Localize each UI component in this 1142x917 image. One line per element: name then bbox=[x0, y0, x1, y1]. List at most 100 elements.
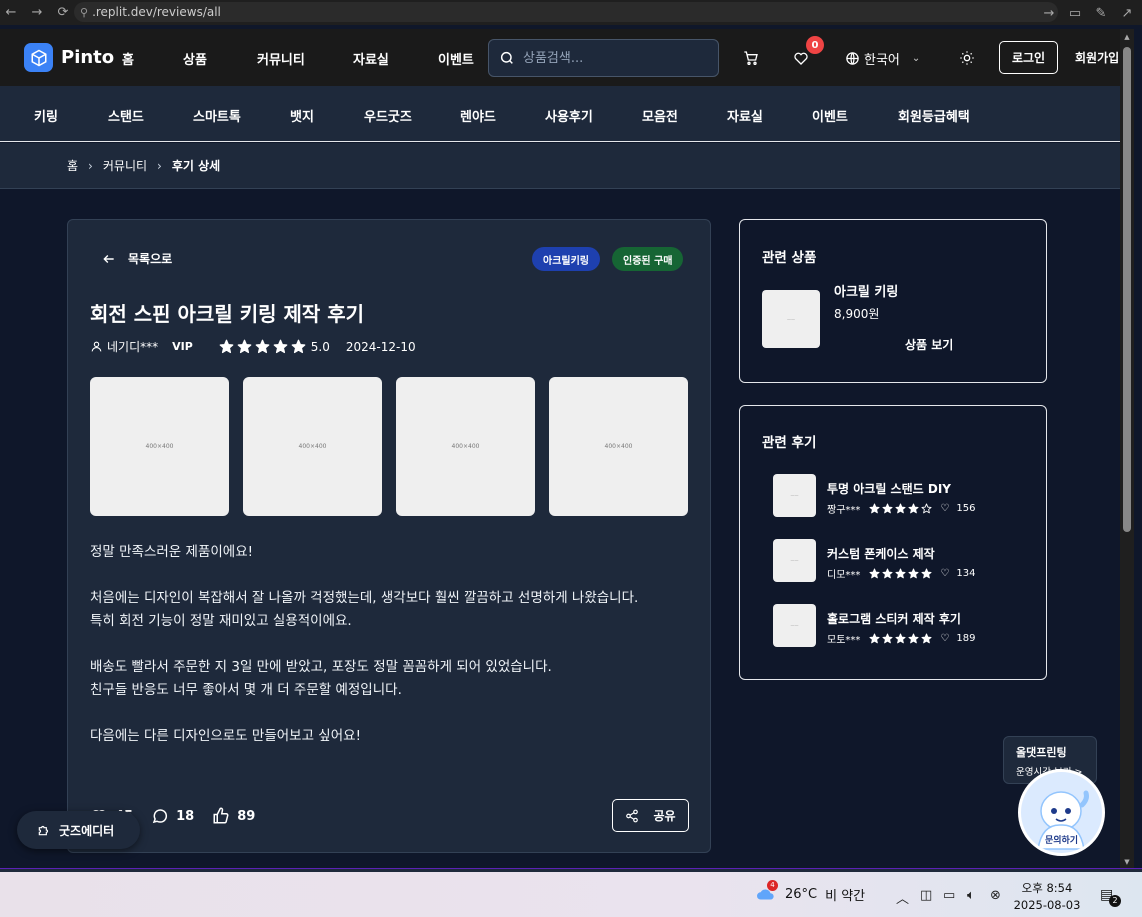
view-product-button[interactable]: 상품 보기 bbox=[905, 336, 953, 353]
goods-editor-button[interactable]: 굿즈에디터 bbox=[17, 811, 140, 849]
related-review-meta: 모토*** ♡ 189 bbox=[827, 631, 975, 646]
chevron-right-icon: › bbox=[88, 158, 93, 173]
review-photo[interactable]: 400×400 bbox=[396, 377, 535, 516]
review-photo[interactable]: 400×400 bbox=[549, 377, 688, 516]
related-review-item[interactable]: —— 투명 아크릴 스탠드 DIY 짱구*** ♡ 156 bbox=[773, 474, 1033, 518]
cast-icon[interactable]: ▭ bbox=[1064, 2, 1086, 24]
back-to-list-button[interactable]: 목록으로 bbox=[102, 250, 172, 267]
nav-resources[interactable]: 자료실 bbox=[353, 49, 389, 68]
related-review-item[interactable]: —— 커스텀 폰케이스 제작 디모*** ♡ 134 bbox=[773, 539, 1033, 583]
chat-button[interactable]: 문의하기 bbox=[1018, 769, 1105, 856]
review-photo[interactable]: 400×400 bbox=[90, 377, 229, 516]
page-scrollbar[interactable]: ▲ ▼ bbox=[1120, 29, 1134, 872]
logo-text: Pinto bbox=[61, 47, 115, 68]
arrow-left-icon bbox=[103, 254, 114, 263]
login-button[interactable]: 로그인 bbox=[999, 41, 1058, 74]
go-icon[interactable]: → bbox=[1038, 2, 1060, 24]
related-review-author: 디모*** bbox=[827, 570, 861, 581]
user-icon bbox=[91, 341, 102, 352]
product-thumbnail[interactable]: —— bbox=[762, 290, 820, 348]
related-review-author: 짱구*** bbox=[827, 505, 861, 516]
network-icon[interactable]: ▭ bbox=[943, 888, 955, 903]
related-reviews-heading: 관련 후기 bbox=[762, 435, 817, 451]
meet-icon[interactable]: ◫ bbox=[920, 888, 932, 903]
clock[interactable]: 오후 8:54 2025-08-03 bbox=[1012, 880, 1082, 914]
review-thumbnail: —— bbox=[773, 539, 816, 582]
review-paragraph: 다음에는 다른 디자인으로도 만들어보고 싶어요! bbox=[90, 728, 361, 744]
category-member-benefits[interactable]: 회원등급혜택 bbox=[898, 106, 970, 125]
review-thumbnail: —— bbox=[773, 474, 816, 517]
weather-widget[interactable]: 4 26°C 비 약간 bbox=[755, 879, 866, 904]
review-paragraph: 처음에는 디자인이 복잡해서 잘 나올까 걱정했는데, 생각보다 훨씬 깔끔하고… bbox=[90, 590, 639, 606]
comment-button[interactable]: 18 bbox=[151, 807, 194, 825]
star-filled-icon bbox=[908, 633, 919, 644]
category-tag[interactable]: 아크릴키링 bbox=[532, 247, 600, 271]
link-icon: ⚲ bbox=[80, 5, 89, 19]
category-collection[interactable]: 모음전 bbox=[642, 106, 678, 125]
review-photo[interactable]: 400×400 bbox=[243, 377, 382, 516]
search-input[interactable] bbox=[523, 50, 703, 66]
volume-icon[interactable]: 🔈︎ bbox=[967, 888, 975, 903]
heart-icon[interactable] bbox=[792, 49, 810, 67]
search-icon bbox=[500, 51, 513, 64]
category-smarttok[interactable]: 스마트톡 bbox=[193, 106, 241, 125]
scroll-up-icon[interactable]: ▲ bbox=[1122, 32, 1132, 42]
product-name[interactable]: 아크릴 키링 bbox=[834, 281, 898, 300]
star-filled-icon bbox=[921, 633, 932, 644]
chevron-up-icon[interactable]: ︿ bbox=[896, 888, 909, 907]
star-filled-icon bbox=[219, 339, 234, 354]
notification-count: 2 bbox=[1109, 895, 1121, 907]
open-external-icon[interactable]: ↗ bbox=[1116, 2, 1138, 24]
tools-icon[interactable]: ✎ bbox=[1090, 2, 1112, 24]
related-review-item[interactable]: —— 홀로그램 스티커 제작 후기 모토*** ♡ 189 bbox=[773, 604, 1033, 648]
star-filled-icon bbox=[882, 568, 893, 579]
related-review-meta: 디모*** ♡ 134 bbox=[827, 566, 975, 581]
logo[interactable]: Pinto bbox=[24, 43, 114, 72]
review-card: 목록으로 아크릴키링 인증된 구매 회전 스핀 아크릴 키링 제작 후기 네기디… bbox=[67, 219, 711, 853]
category-stand[interactable]: 스탠드 bbox=[108, 106, 144, 125]
review-meta: 네기디*** VIP 5.0 2024-12-10 bbox=[90, 338, 416, 355]
review-photos: 400×400 400×400 400×400 400×400 bbox=[90, 377, 688, 516]
reload-icon[interactable]: ⟳ bbox=[52, 2, 74, 24]
weather-alert-badge: 4 bbox=[767, 879, 778, 891]
helpful-count: 89 bbox=[237, 808, 256, 824]
share-button[interactable]: 공유 bbox=[612, 799, 689, 832]
helpful-button[interactable]: 89 bbox=[212, 807, 255, 825]
breadcrumb-community[interactable]: 커뮤니티 bbox=[103, 157, 147, 174]
language-select[interactable]: 한국어 ⌄ bbox=[845, 49, 920, 68]
scroll-thumb[interactable] bbox=[1123, 47, 1131, 532]
signup-link[interactable]: 회원가입 bbox=[1075, 49, 1119, 66]
close-circle-icon[interactable]: ⊗ bbox=[990, 888, 1001, 903]
category-resources[interactable]: 자료실 bbox=[727, 106, 763, 125]
rating-value: 5.0 bbox=[310, 339, 330, 354]
weather-condition: 비 약간 bbox=[825, 889, 866, 904]
nav-products[interactable]: 상품 bbox=[183, 49, 207, 68]
back-icon[interactable]: ← bbox=[0, 2, 22, 24]
cart-icon[interactable] bbox=[742, 49, 760, 67]
scroll-down-icon[interactable]: ▼ bbox=[1122, 857, 1132, 867]
forward-icon[interactable]: → bbox=[26, 2, 48, 24]
category-wood-goods[interactable]: 우드굿즈 bbox=[364, 106, 412, 125]
related-review-likes: 156 bbox=[956, 503, 976, 514]
nav-events[interactable]: 이벤트 bbox=[438, 49, 474, 68]
heart-icon: ♡ bbox=[940, 633, 950, 644]
star-filled-icon bbox=[895, 503, 906, 514]
notification-icon[interactable]: ▤ 2 bbox=[1100, 887, 1121, 907]
star-filled-icon bbox=[882, 633, 893, 644]
category-reviews[interactable]: 사용후기 bbox=[545, 106, 593, 125]
nav-home[interactable]: 홈 bbox=[122, 49, 134, 68]
related-reviews-panel: 관련 후기 —— 투명 아크릴 스탠드 DIY 짱구*** ♡ 156 —— 커… bbox=[739, 405, 1047, 680]
category-badge[interactable]: 뱃지 bbox=[290, 106, 314, 125]
category-keyring[interactable]: 키링 bbox=[34, 106, 58, 125]
breadcrumb-home[interactable]: 홈 bbox=[67, 157, 78, 174]
related-review-meta: 짱구*** ♡ 156 bbox=[827, 501, 975, 516]
cloud-rain-icon: 4 bbox=[755, 879, 778, 904]
rating-stars bbox=[869, 503, 932, 514]
address-bar[interactable]: ⚲ .replit.dev/reviews/all bbox=[74, 2, 1058, 22]
category-lanyard[interactable]: 렌야드 bbox=[460, 106, 496, 125]
browser-toolbar: ← → ⟳ ⚲ .replit.dev/reviews/all → ▭ ✎ ↗ bbox=[0, 0, 1142, 25]
nav-community[interactable]: 커뮤니티 bbox=[257, 49, 305, 68]
search-box[interactable] bbox=[488, 39, 719, 77]
sun-icon[interactable] bbox=[958, 49, 976, 67]
category-events[interactable]: 이벤트 bbox=[812, 106, 848, 125]
